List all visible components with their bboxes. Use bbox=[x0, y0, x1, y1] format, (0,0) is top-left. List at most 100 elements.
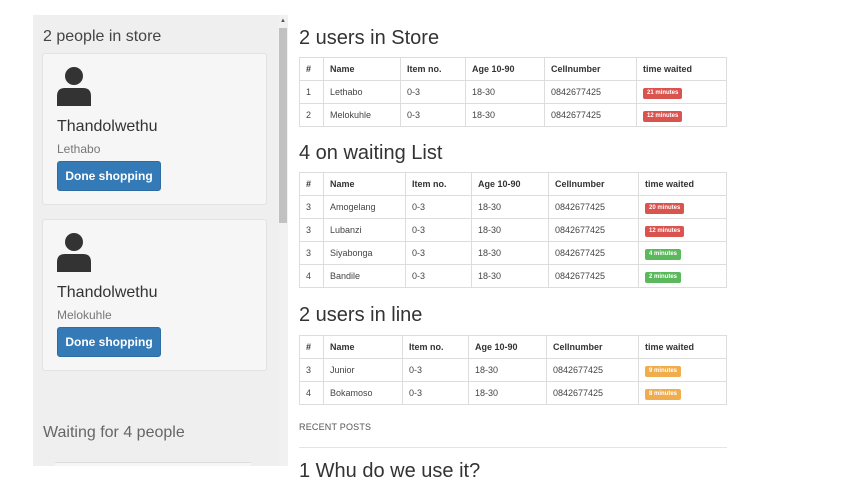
time-waited-badge: 9 minutes bbox=[645, 365, 682, 377]
table-cell-age: 18-30 bbox=[465, 103, 545, 127]
post-heading[interactable]: 1 Whu do we use it? bbox=[299, 460, 480, 483]
table-row: 3 Siyabonga 0-3 18-30 0842677425 4 minutes bbox=[299, 241, 727, 265]
table-row: 3 Amogelang 0-3 18-30 0842677425 20 minutes bbox=[299, 195, 727, 219]
table-cell-age: 18-30 bbox=[471, 195, 549, 219]
done-shopping-button[interactable]: Done shopping bbox=[57, 161, 161, 191]
column-header: # bbox=[299, 172, 324, 196]
table-cell-item: 0-3 bbox=[405, 264, 472, 288]
table-cell-cell: 0842677425 bbox=[544, 80, 637, 104]
table-cell-num: 3 bbox=[299, 218, 324, 242]
table-cell-age: 18-30 bbox=[468, 358, 547, 382]
customer-subname: Melokuhle bbox=[57, 308, 112, 322]
table-cell-item: 0-3 bbox=[405, 241, 472, 265]
table-cell-num: 4 bbox=[299, 264, 324, 288]
table-cell-age: 18-30 bbox=[471, 241, 549, 265]
table-cell-name: Lubanzi bbox=[323, 218, 406, 242]
customer-card bbox=[55, 462, 251, 466]
table-cell-waited: 9 minutes bbox=[638, 358, 727, 382]
table-cell-waited: 8 minutes bbox=[638, 381, 727, 405]
table-cell-num: 2 bbox=[299, 103, 324, 127]
table-cell-waited: 4 minutes bbox=[638, 241, 727, 265]
column-header: Age 10-90 bbox=[465, 57, 545, 81]
time-waited-badge: 2 minutes bbox=[645, 271, 682, 283]
column-header: Age 10-90 bbox=[471, 172, 549, 196]
time-waited-badge: 20 minutes bbox=[645, 202, 685, 214]
time-waited-badge: 12 minutes bbox=[645, 225, 685, 237]
person-icon bbox=[57, 233, 91, 272]
column-header: Cellnumber bbox=[546, 335, 639, 359]
table-cell-name: Amogelang bbox=[323, 195, 406, 219]
sidebar: 2 people in store Thandolwethu Lethabo D… bbox=[33, 15, 288, 466]
waiting-section-title: 4 on waiting List bbox=[299, 142, 443, 164]
table-cell-item: 0-3 bbox=[405, 218, 472, 242]
table-cell-waited: 2 minutes bbox=[638, 264, 727, 288]
scroll-thumb[interactable] bbox=[279, 28, 287, 223]
waiting-table: # Name Item no. Age 10-90 Cellnumber tim… bbox=[299, 172, 727, 288]
table-cell-cell: 0842677425 bbox=[544, 103, 637, 127]
table-cell-cell: 0842677425 bbox=[548, 218, 639, 242]
customer-name: Thandolwethu bbox=[57, 284, 158, 301]
column-header: Name bbox=[323, 57, 401, 81]
table-row: 4 Bandile 0-3 18-30 0842677425 2 minutes bbox=[299, 264, 727, 288]
column-header: Age 10-90 bbox=[468, 335, 547, 359]
column-header: time waited bbox=[638, 335, 727, 359]
table-cell-num: 1 bbox=[299, 80, 324, 104]
divider bbox=[299, 447, 727, 448]
table-cell-cell: 0842677425 bbox=[548, 241, 639, 265]
column-header: Cellnumber bbox=[544, 57, 637, 81]
table-row: 3 Lubanzi 0-3 18-30 0842677425 12 minutes bbox=[299, 218, 727, 242]
table-cell-num: 4 bbox=[299, 381, 324, 405]
table-cell-item: 0-3 bbox=[405, 195, 472, 219]
recent-posts-label: RECENT POSTS bbox=[299, 422, 372, 432]
customer-name: Thandolwethu bbox=[57, 118, 158, 135]
table-cell-age: 18-30 bbox=[471, 264, 549, 288]
column-header: time waited bbox=[636, 57, 727, 81]
customer-subname: Lethabo bbox=[57, 142, 101, 156]
table-cell-cell: 0842677425 bbox=[548, 264, 639, 288]
line-table: # Name Item no. Age 10-90 Cellnumber tim… bbox=[299, 335, 727, 405]
person-icon bbox=[57, 67, 91, 106]
table-cell-item: 0-3 bbox=[402, 358, 469, 382]
waiting-heading: Waiting for 4 people bbox=[43, 424, 185, 441]
table-cell-num: 3 bbox=[299, 195, 324, 219]
column-header: # bbox=[299, 335, 324, 359]
table-cell-cell: 0842677425 bbox=[548, 195, 639, 219]
table-row: 2 Melokuhle 0-3 18-30 0842677425 12 minutes bbox=[299, 103, 727, 127]
table-cell-age: 18-30 bbox=[465, 80, 545, 104]
sidebar-scrollbar[interactable]: ▲ bbox=[278, 15, 288, 466]
scroll-up-arrow-icon[interactable]: ▲ bbox=[280, 17, 286, 25]
table-cell-cell: 0842677425 bbox=[546, 358, 639, 382]
table-cell-age: 18-30 bbox=[471, 218, 549, 242]
customer-card: Thandolwethu Melokuhle Done shopping bbox=[42, 219, 267, 371]
table-cell-name: Bokamoso bbox=[323, 381, 403, 405]
column-header: Item no. bbox=[402, 335, 469, 359]
table-cell-name: Junior bbox=[323, 358, 403, 382]
column-header: Item no. bbox=[400, 57, 466, 81]
time-waited-badge: 4 minutes bbox=[645, 248, 682, 260]
table-cell-item: 0-3 bbox=[402, 381, 469, 405]
table-cell-item: 0-3 bbox=[400, 103, 466, 127]
column-header: Name bbox=[323, 335, 403, 359]
done-shopping-button[interactable]: Done shopping bbox=[57, 327, 161, 357]
table-cell-cell: 0842677425 bbox=[546, 381, 639, 405]
table-body: 1 Lethabo 0-3 18-30 0842677425 21 minutes 2 Mel… bbox=[299, 80, 727, 127]
table-body: 3 Junior 0-3 18-30 0842677425 9 minutes 4 Bokam… bbox=[299, 358, 727, 405]
column-header: Item no. bbox=[405, 172, 472, 196]
table-row: 4 Bokamoso 0-3 18-30 0842677425 8 minutes bbox=[299, 381, 727, 405]
column-header: time waited bbox=[638, 172, 727, 196]
table-cell-waited: 12 minutes bbox=[638, 218, 727, 242]
time-waited-badge: 12 minutes bbox=[643, 110, 683, 122]
table-cell-name: Siyabonga bbox=[323, 241, 406, 265]
table-cell-waited: 12 minutes bbox=[636, 103, 727, 127]
table-header-row: # Name Item no. Age 10-90 Cellnumber tim… bbox=[299, 172, 727, 196]
table-cell-name: Bandile bbox=[323, 264, 406, 288]
column-header: Name bbox=[323, 172, 406, 196]
table-header-row: # Name Item no. Age 10-90 Cellnumber tim… bbox=[299, 57, 727, 81]
store-section-title: 2 users in Store bbox=[299, 27, 440, 49]
column-header: Cellnumber bbox=[548, 172, 639, 196]
customer-card: Thandolwethu Lethabo Done shopping bbox=[42, 53, 267, 205]
table-cell-name: Lethabo bbox=[323, 80, 401, 104]
table-row: 3 Junior 0-3 18-30 0842677425 9 minutes bbox=[299, 358, 727, 382]
table-cell-waited: 20 minutes bbox=[638, 195, 727, 219]
table-cell-name: Melokuhle bbox=[323, 103, 401, 127]
